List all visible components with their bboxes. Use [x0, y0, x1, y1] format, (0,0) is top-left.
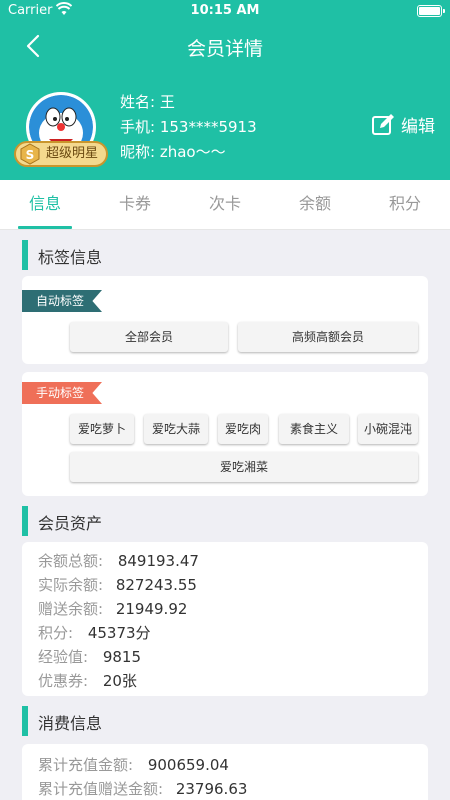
header: Carrier 10:15 AM 会员详情 S 超级明星 姓名: 王 手机: 1… [0, 0, 450, 180]
manual-tag-card: 手动标签 爱吃萝卜 爱吃大蒜 爱吃肉 素食主义 小碗混沌 爱吃湘菜 [22, 372, 428, 496]
manual-tag[interactable]: 爱吃大蒜 [144, 414, 208, 444]
tab-balance[interactable]: 余额 [270, 180, 360, 229]
tab-info[interactable]: 信息 [0, 180, 90, 229]
asset-row: 优惠券: 20张 [38, 670, 137, 691]
nickname-value: zhao～～ [159, 143, 226, 161]
manual-tag[interactable]: 爱吃萝卜 [70, 414, 134, 444]
tab-coupons[interactable]: 卡券 [90, 180, 180, 229]
asset-label: 经验值: [38, 648, 89, 666]
level-star-icon: S [20, 143, 40, 165]
asset-value: 20张 [102, 672, 137, 690]
auto-tag-card: 自动标签 全部会员 高频高额会员 [22, 276, 428, 364]
nickname-row: 昵称: zhao～～ [120, 140, 257, 165]
manual-tag[interactable]: 爱吃湘菜 [70, 452, 418, 482]
name-value: 王 [159, 93, 175, 111]
nickname-label: 昵称: [120, 143, 156, 161]
manual-tag[interactable]: 小碗混沌 [358, 414, 418, 444]
section-accent-bar [22, 240, 28, 270]
asset-value: 21949.92 [115, 600, 188, 618]
badge-label: 超级明星 [46, 146, 99, 161]
tag-section-header: 标签信息 [0, 240, 450, 270]
status-time: 10:15 AM [190, 3, 260, 18]
assets-card: 余额总额: 849193.47 实际余额: 827243.55 赠送余额: 21… [22, 542, 428, 696]
auto-tag-high-value[interactable]: 高频高额会员 [238, 322, 418, 352]
name-row: 姓名: 王 [120, 90, 257, 115]
svg-text:S: S [26, 148, 35, 162]
edit-icon [372, 113, 394, 135]
manual-tag[interactable]: 素食主义 [279, 414, 349, 444]
section-accent-bar [22, 506, 28, 536]
phone-label: 手机: [120, 118, 156, 136]
consumption-row: 累计充值金额: 900659.04 [38, 754, 229, 775]
manual-tag-ribbon: 手动标签 [22, 382, 102, 404]
asset-label: 积分: [38, 624, 74, 642]
asset-value: 827243.55 [115, 576, 197, 594]
asset-value: 45373分 [87, 624, 151, 642]
consumption-value: 900659.04 [147, 756, 229, 774]
auto-tag-ribbon: 自动标签 [22, 290, 102, 312]
name-label: 姓名: [120, 93, 156, 111]
member-level-badge: S 超级明星 [14, 141, 109, 167]
assets-section-header: 会员资产 [0, 506, 450, 536]
phone-value: 153****5913 [159, 118, 257, 136]
consumption-card: 累计充值金额: 900659.04 累计充值赠送金额: 23796.63 [22, 744, 428, 800]
asset-value: 849193.47 [117, 552, 199, 570]
asset-row: 赠送余额: 21949.92 [38, 598, 187, 619]
phone-row: 手机: 153****5913 [120, 115, 257, 140]
consumption-label: 累计充值金额: [38, 756, 134, 774]
tab-count-card[interactable]: 次卡 [180, 180, 270, 229]
status-bar: Carrier 10:15 AM [0, 0, 450, 22]
manual-tag[interactable]: 爱吃肉 [218, 414, 268, 444]
consumption-row: 累计充值赠送金额: 23796.63 [38, 778, 247, 799]
edit-label: 编辑 [401, 117, 435, 137]
asset-label: 赠送余额: [38, 600, 104, 618]
auto-tag-all-members[interactable]: 全部会员 [70, 322, 228, 352]
page-title: 会员详情 [186, 38, 263, 60]
tab-points[interactable]: 积分 [360, 180, 450, 229]
edit-button[interactable]: 编辑 [371, 112, 435, 137]
asset-row: 经验值: 9815 [38, 646, 141, 667]
asset-label: 余额总额: [38, 552, 104, 570]
section-accent-bar [22, 706, 28, 736]
asset-value: 9815 [102, 648, 142, 666]
consumption-section-header: 消费信息 [0, 706, 450, 736]
battery-icon [417, 5, 445, 17]
consumption-section-title: 消费信息 [38, 714, 103, 733]
consumption-value: 23796.63 [175, 780, 248, 798]
asset-row: 实际余额: 827243.55 [38, 574, 197, 595]
member-info: 姓名: 王 手机: 153****5913 昵称: zhao～～ [120, 90, 257, 165]
asset-label: 优惠券: [38, 672, 89, 690]
assets-section-title: 会员资产 [38, 514, 103, 533]
consumption-label: 累计充值赠送金额: [38, 780, 164, 798]
asset-row: 积分: 45373分 [38, 622, 151, 643]
tag-section-title: 标签信息 [38, 248, 103, 267]
asset-label: 实际余额: [38, 576, 104, 594]
asset-row: 余额总额: 849193.47 [38, 550, 199, 571]
tab-bar: 信息 卡券 次卡 余额 积分 [0, 180, 450, 230]
